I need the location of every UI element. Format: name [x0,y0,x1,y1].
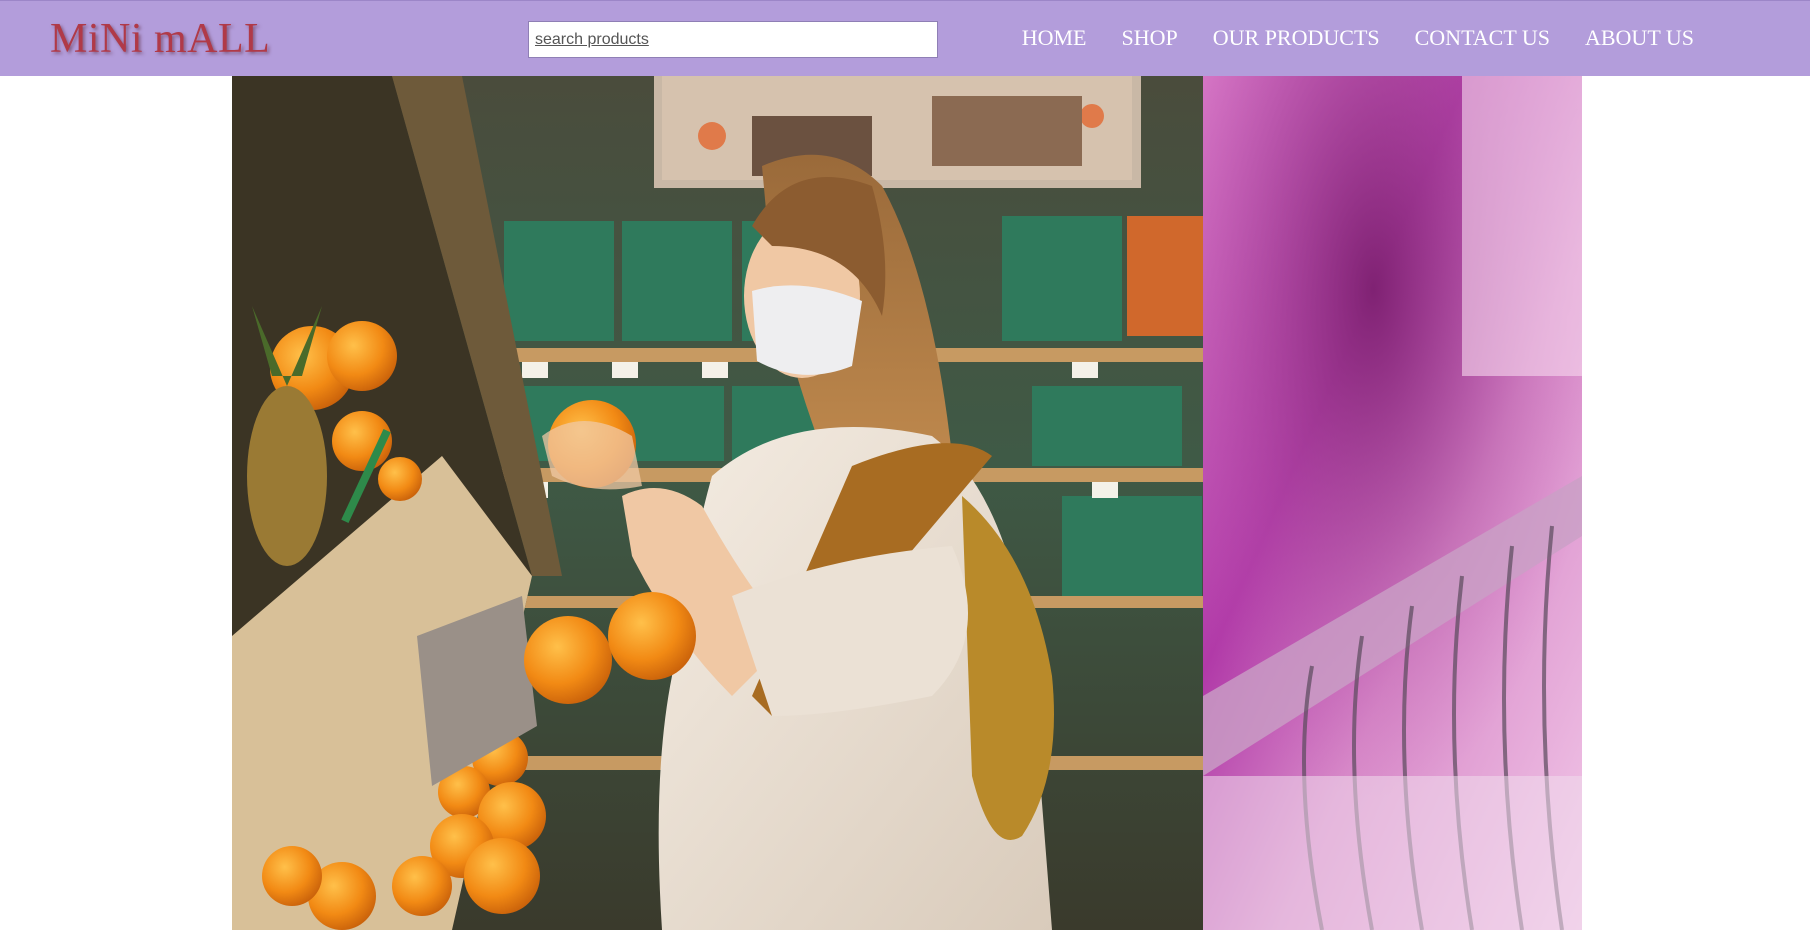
site-logo[interactable]: MiNi mALL [50,15,270,63]
search-input[interactable] [528,21,938,58]
nav-link-home[interactable]: HOME [1022,23,1087,53]
nav-link-shop[interactable]: SHOP [1122,23,1178,53]
hero-slideshow [232,76,1582,930]
nav-link-about-us[interactable]: ABOUT US [1585,23,1694,53]
nav-link-our-products[interactable]: OUR PRODUCTS [1213,23,1380,53]
main-nav: HOME SHOP OUR PRODUCTS CONTACT US ABOUT … [1022,23,1694,53]
navbar: MiNi mALL HOME SHOP OUR PRODUCTS CONTACT… [0,0,1810,76]
nav-link-contact-us[interactable]: CONTACT US [1415,23,1550,53]
hero-image-grocery [232,76,1203,930]
hero-image-clothes-rack [1203,76,1582,930]
